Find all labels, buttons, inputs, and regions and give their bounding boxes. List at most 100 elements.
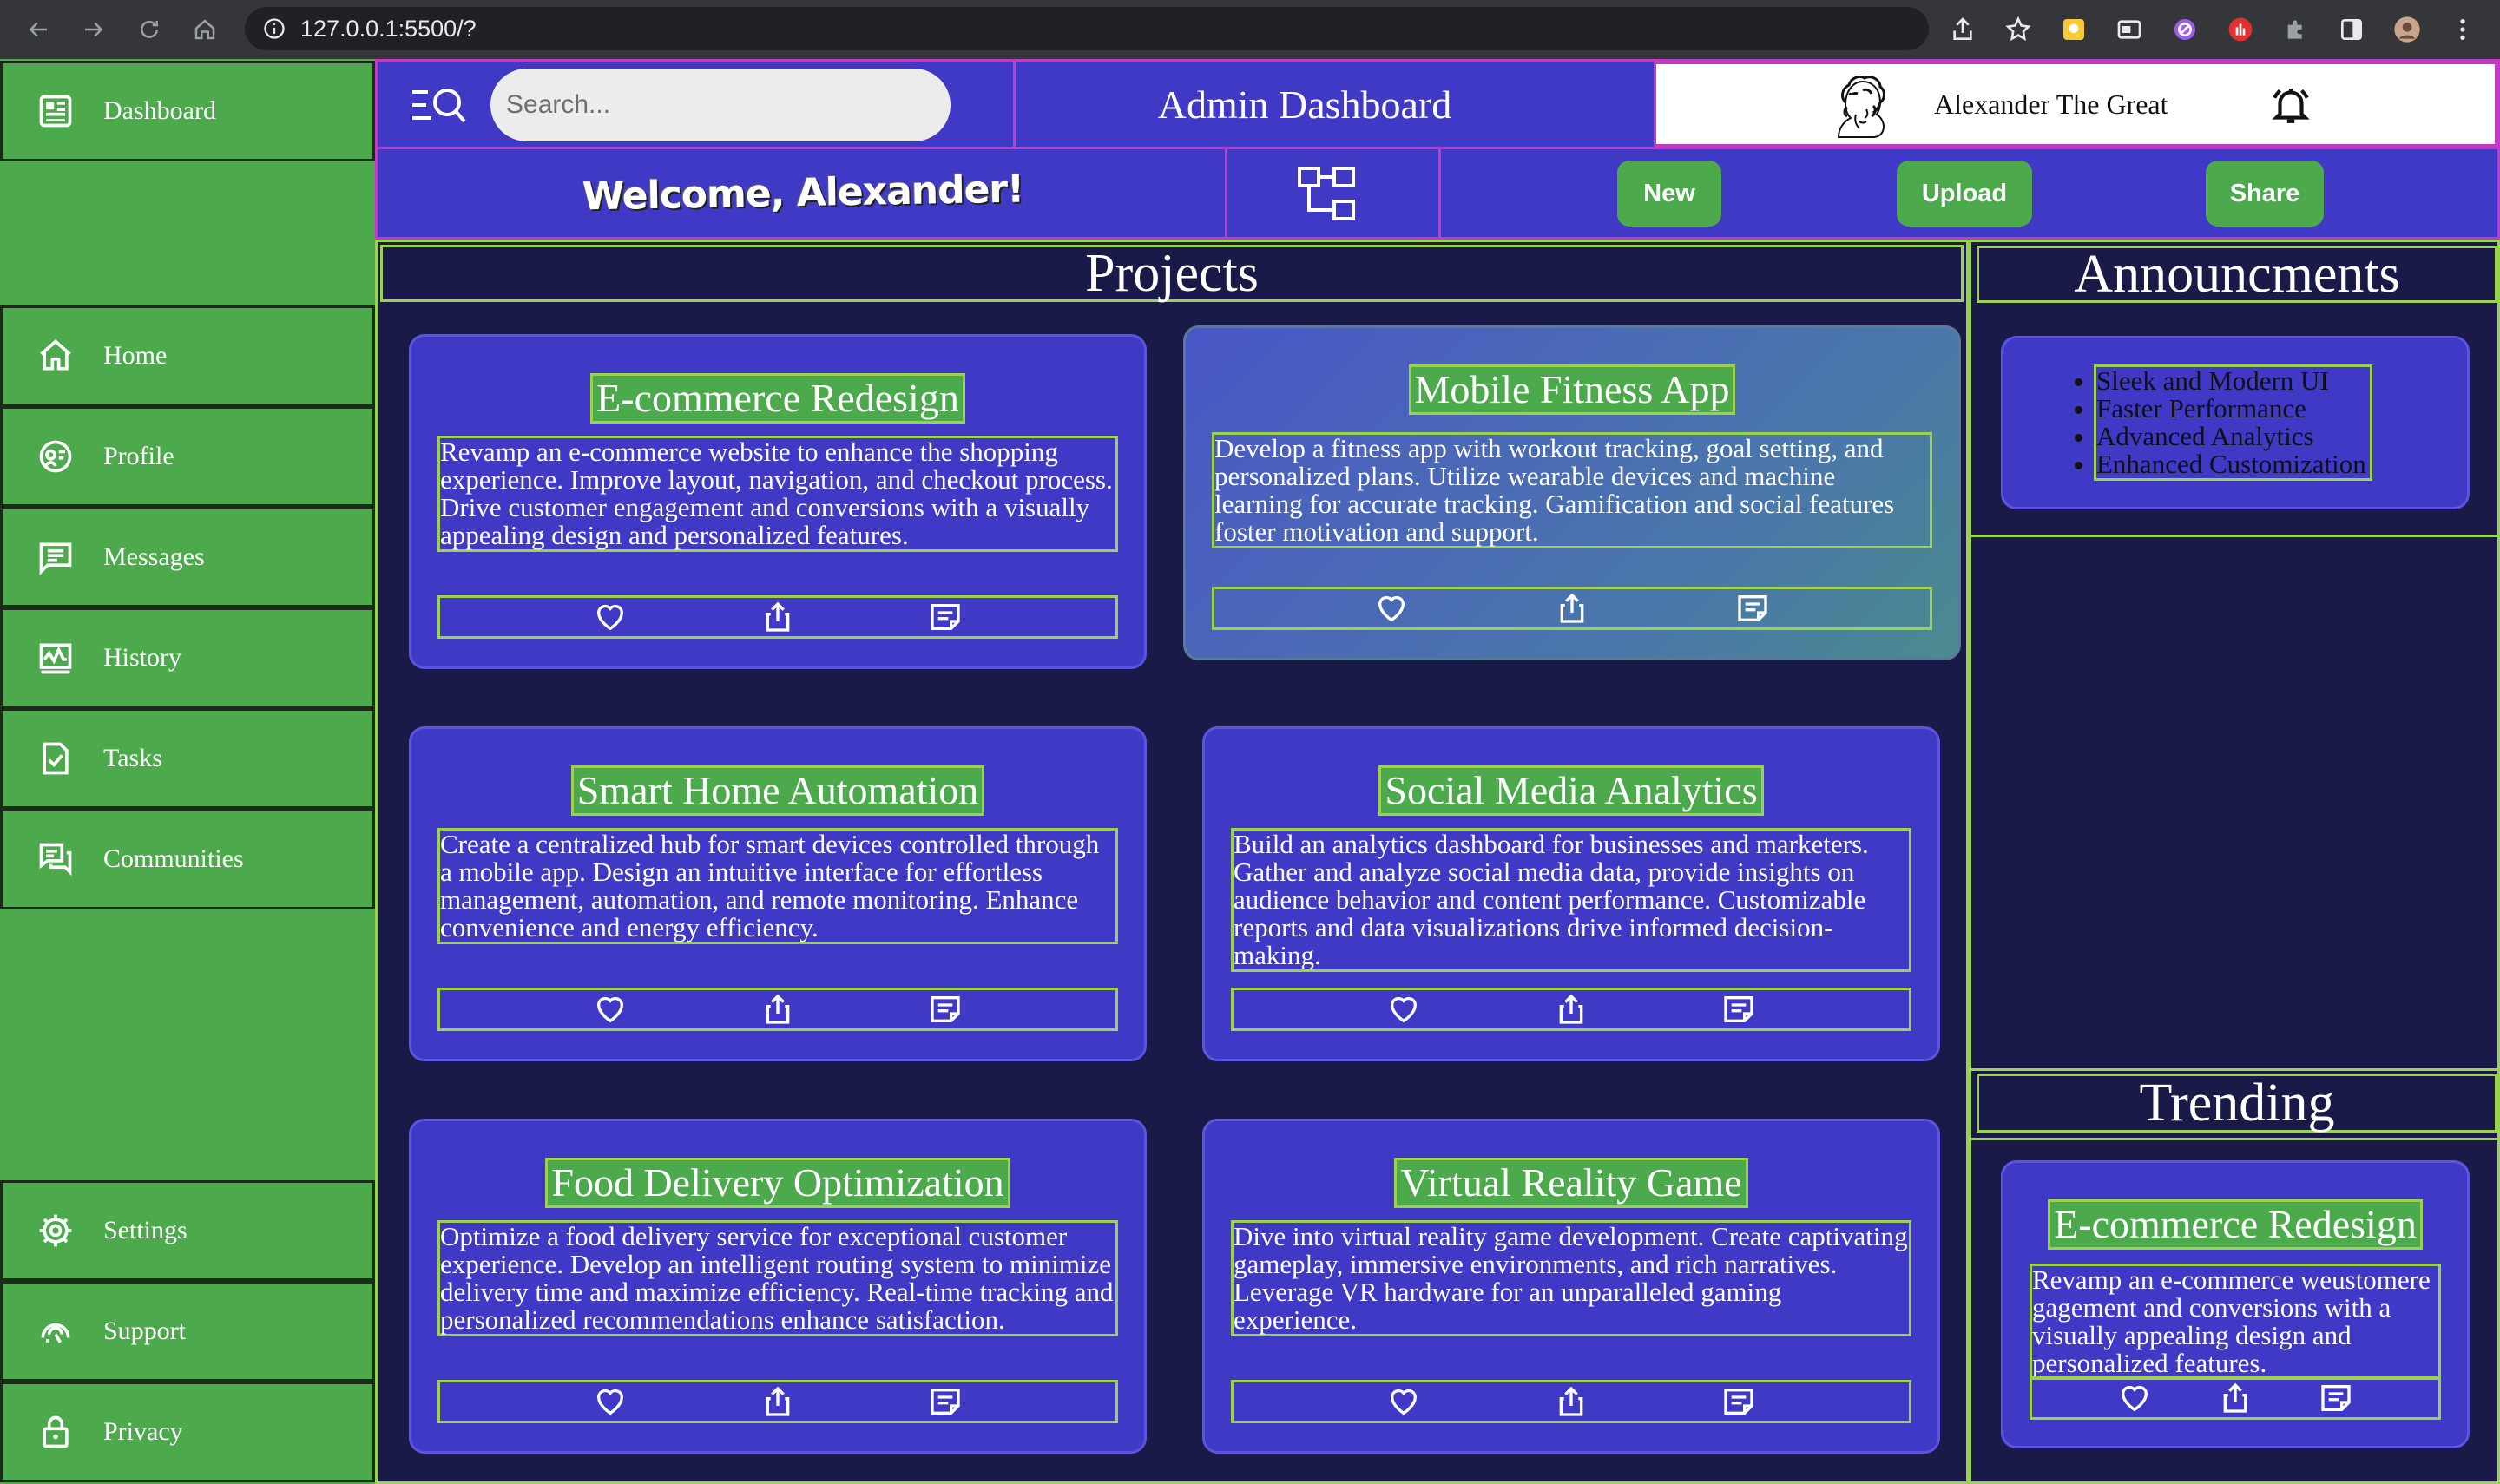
side-panel-icon[interactable] bbox=[2332, 10, 2372, 49]
reload-icon[interactable] bbox=[123, 3, 175, 56]
share-icon[interactable] bbox=[759, 598, 797, 636]
action-bar: Welcome, Alexander! New Upload Share bbox=[375, 149, 2500, 240]
share-button[interactable]: Share bbox=[2206, 161, 2324, 227]
action-divider bbox=[1225, 149, 1227, 237]
card-action-row bbox=[438, 595, 1118, 639]
address-bar[interactable]: 127.0.0.1:5500/? bbox=[245, 7, 1929, 50]
card-action-row bbox=[2030, 1376, 2441, 1420]
sidebar-item-tasks[interactable]: Tasks bbox=[0, 708, 375, 809]
heart-icon[interactable] bbox=[591, 598, 629, 636]
menu-search-icon[interactable] bbox=[409, 70, 470, 140]
share-icon[interactable] bbox=[2216, 1379, 2254, 1417]
support-icon bbox=[36, 1311, 76, 1351]
sidebar-item-history[interactable]: History bbox=[0, 607, 375, 708]
trending-card[interactable]: E-commerce Redesign Revamp an e-commerce… bbox=[2001, 1160, 2470, 1448]
heart-icon[interactable] bbox=[1385, 990, 1423, 1028]
home-browser-icon[interactable] bbox=[179, 3, 231, 56]
kebab-menu-icon[interactable] bbox=[2443, 10, 2483, 49]
sidebar-item-communities[interactable]: Communities bbox=[0, 809, 375, 909]
card-action-row bbox=[438, 988, 1118, 1031]
list-item: Enhanced Customization bbox=[2096, 450, 2366, 478]
notes-icon[interactable] bbox=[1734, 589, 1772, 627]
sidebar: Dashboard Home Profile Messages History … bbox=[0, 59, 375, 1484]
profile-icon bbox=[36, 437, 76, 476]
sidebar-item-label: Settings bbox=[103, 1216, 188, 1244]
sidebar-item-messages[interactable]: Messages bbox=[0, 507, 375, 607]
trending-divider bbox=[1971, 1068, 2497, 1071]
forward-icon[interactable] bbox=[68, 3, 120, 56]
project-card-description: Dive into virtual reality game developme… bbox=[1231, 1220, 1911, 1336]
notes-icon[interactable] bbox=[926, 1382, 964, 1421]
project-card-description: Develop a fitness app with workout track… bbox=[1212, 432, 1932, 548]
list-item: Sleek and Modern UI bbox=[2096, 367, 2366, 395]
project-card[interactable]: E-commerce Redesign Revamp an e-commerce… bbox=[409, 334, 1147, 669]
search-input[interactable] bbox=[490, 69, 951, 141]
share-page-icon[interactable] bbox=[1943, 10, 1983, 49]
header-divider bbox=[1013, 62, 1016, 147]
sidebar-item-settings[interactable]: Settings bbox=[0, 1180, 375, 1281]
extension-hand-icon[interactable] bbox=[2220, 10, 2260, 49]
profile-avatar-icon[interactable] bbox=[2387, 10, 2427, 49]
announcements-list: Sleek and Modern UI Faster Performance A… bbox=[2094, 364, 2372, 481]
project-card-description: Build an analytics dashboard for busines… bbox=[1231, 828, 1911, 972]
sidebar-item-home[interactable]: Home bbox=[0, 305, 375, 406]
bookmark-star-icon[interactable] bbox=[1998, 10, 2038, 49]
heart-icon[interactable] bbox=[1372, 589, 1411, 627]
user-panel: Alexander The Great bbox=[1654, 62, 2497, 147]
sitemap-icon[interactable] bbox=[1296, 165, 1357, 222]
sidebar-item-privacy[interactable]: Privacy bbox=[0, 1382, 375, 1482]
share-icon[interactable] bbox=[1552, 990, 1590, 1028]
project-card-description: Revamp an e-commerce website to enhance … bbox=[438, 436, 1118, 552]
browser-toolbar: 127.0.0.1:5500/? bbox=[0, 0, 2500, 59]
sidebar-item-label: Tasks bbox=[103, 744, 162, 772]
project-card-title: E-commerce Redesign bbox=[590, 373, 965, 424]
extension-window-icon[interactable] bbox=[2109, 10, 2149, 49]
avatar[interactable] bbox=[1821, 68, 1899, 146]
share-icon[interactable] bbox=[1553, 589, 1591, 627]
sidebar-item-label: Dashboard bbox=[103, 96, 216, 125]
back-icon[interactable] bbox=[12, 3, 64, 56]
project-card-description: Create a centralized hub for smart devic… bbox=[438, 828, 1118, 944]
extension-keep-icon[interactable] bbox=[2054, 10, 2094, 49]
project-card-description: Optimize a food delivery service for exc… bbox=[438, 1220, 1118, 1336]
share-icon[interactable] bbox=[759, 1382, 797, 1421]
project-card[interactable]: Mobile Fitness App Develop a fitness app… bbox=[1183, 325, 1961, 660]
sidebar-item-label: Privacy bbox=[103, 1417, 183, 1446]
user-name: Alexander The Great bbox=[1934, 89, 2168, 120]
extensions-puzzle-icon[interactable] bbox=[2276, 10, 2316, 49]
sidebar-item-label: Home bbox=[103, 341, 168, 370]
notes-icon[interactable] bbox=[1720, 1382, 1758, 1421]
sidebar-item-support[interactable]: Support bbox=[0, 1281, 375, 1382]
sidebar-item-profile[interactable]: Profile bbox=[0, 406, 375, 507]
sidebar-item-dashboard[interactable]: Dashboard bbox=[0, 61, 375, 161]
project-card[interactable]: Virtual Reality Game Dive into virtual r… bbox=[1202, 1119, 1940, 1454]
card-action-row bbox=[1231, 1380, 1911, 1423]
heart-icon[interactable] bbox=[2115, 1379, 2154, 1417]
project-card[interactable]: Social Media Analytics Build an analytic… bbox=[1202, 726, 1940, 1061]
notes-icon[interactable] bbox=[1720, 990, 1758, 1028]
gear-icon bbox=[36, 1211, 76, 1251]
share-icon[interactable] bbox=[1552, 1382, 1590, 1421]
notes-icon[interactable] bbox=[926, 598, 964, 636]
sidebar-item-label: Messages bbox=[103, 542, 205, 571]
upload-button[interactable]: Upload bbox=[1897, 161, 2032, 227]
project-card[interactable]: Smart Home Automation Create a centraliz… bbox=[409, 726, 1147, 1061]
action-divider bbox=[1438, 149, 1441, 237]
sidebar-item-label: History bbox=[103, 643, 181, 672]
heart-icon[interactable] bbox=[591, 1382, 629, 1421]
notes-icon[interactable] bbox=[2317, 1379, 2355, 1417]
site-info-icon[interactable] bbox=[262, 16, 286, 41]
notes-icon[interactable] bbox=[926, 990, 964, 1028]
new-button[interactable]: New bbox=[1617, 161, 1721, 227]
share-icon[interactable] bbox=[759, 990, 797, 1028]
trending-card-description: Revamp an e-commerce weustomere gagement… bbox=[2030, 1264, 2441, 1380]
extension-block-icon[interactable] bbox=[2165, 10, 2205, 49]
bell-icon[interactable] bbox=[2269, 83, 2312, 127]
project-card[interactable]: Food Delivery Optimization Optimize a fo… bbox=[409, 1119, 1147, 1454]
heart-icon[interactable] bbox=[1385, 1382, 1423, 1421]
projects-title: Projects bbox=[380, 244, 1964, 303]
card-action-row bbox=[1212, 587, 1932, 630]
heart-icon[interactable] bbox=[591, 990, 629, 1028]
project-card-title: Mobile Fitness App bbox=[1408, 364, 1736, 415]
trending-card-title: E-commerce Redesign bbox=[2048, 1199, 2423, 1250]
